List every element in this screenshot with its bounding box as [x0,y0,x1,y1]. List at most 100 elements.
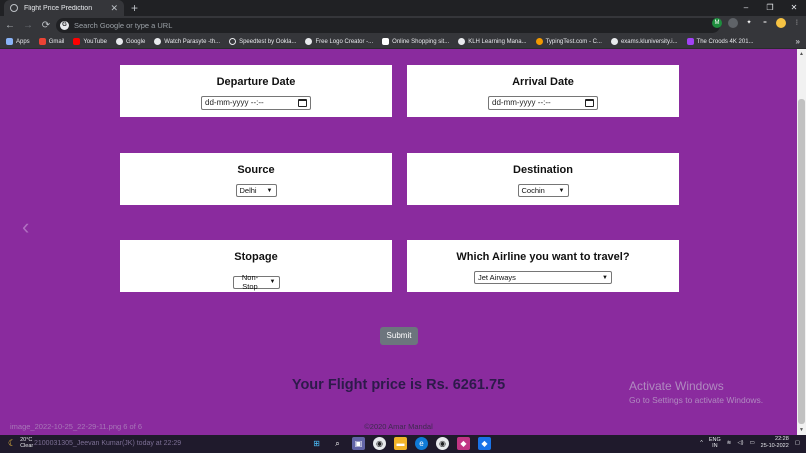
calendar-icon[interactable] [585,98,594,107]
notification-icon[interactable]: ▢ [795,440,800,446]
watermark-title: Activate Windows [629,379,724,393]
tab-title: Flight Price Prediction [24,4,93,12]
window-controls: – ❐ ✕ [734,0,806,16]
clock-time: 22:28 [775,436,789,442]
windows-start-icon[interactable]: ⊞ [310,437,323,450]
clock-date: 25-10-2022 [760,443,789,449]
youtube-icon [73,38,81,45]
page-scrollbar[interactable]: ▲ ▼ [797,49,806,435]
amazon-icon [382,38,390,45]
app-icon[interactable]: ◆ [478,437,491,450]
globe-icon [154,38,162,45]
bookmark-typingtest[interactable]: TypingTest.com - C... [535,38,602,45]
chevron-down-icon: ▼ [558,187,565,194]
google-icon: G [60,21,69,30]
airline-card: Which Airline you want to travel? Jet Ai… [407,240,679,292]
browser-tab[interactable]: Flight Price Prediction ✕ [4,0,124,16]
arrival-date-input[interactable]: dd-mm-yyyy --:-- [488,95,598,110]
chevron-down-icon: ▼ [266,187,273,194]
wifi-icon[interactable]: ≋ [727,440,732,446]
tab-search-icon[interactable]: = [760,18,770,28]
app-icon[interactable]: ◆ [457,437,470,450]
address-bar[interactable]: G [56,18,720,33]
destination-card: Destination Cochin ▼ [407,153,679,205]
globe-icon [610,38,618,45]
bookmark-exams[interactable]: exams.kluniversity.i... [610,38,678,45]
calendar-icon[interactable] [298,98,307,107]
bookmarks-bar: Apps Gmail YouTube Google Watch Parasyte… [0,35,806,49]
clock[interactable]: 22:28 25-10-2022 [761,436,789,450]
bookmark-shopping[interactable]: Online Shopping sit... [382,38,449,45]
chevron-left-icon[interactable]: ‹ [22,214,29,240]
new-tab-button[interactable]: + [131,1,138,15]
activate-windows-watermark: Activate Windows Go to Settings to activ… [629,379,763,405]
departure-label: Departure Date [216,76,296,88]
destination-select[interactable]: Cochin ▼ [517,184,569,197]
airline-select[interactable]: Jet Airways ▼ [474,271,612,284]
bookmark-google[interactable]: Google [115,38,145,45]
bookmarks-overflow-icon[interactable]: » [796,37,800,46]
typingtest-icon [535,38,543,45]
restore-button[interactable]: ❐ [758,0,782,16]
minimize-button[interactable]: – [734,0,758,16]
close-window-button[interactable]: ✕ [782,0,806,16]
watermark-subtitle: Go to Settings to activate Windows. [629,395,764,405]
weather-widget[interactable]: ☾ 20°C Clear [8,437,33,449]
departure-date-input[interactable]: dd-mm-yyyy --:-- [201,95,311,110]
file-explorer-icon[interactable]: ▬ [394,437,407,450]
bookmark-gmail[interactable]: Gmail [38,38,64,45]
bookmark-logo-creator[interactable]: Free Logo Creator -... [305,38,373,45]
stopage-select[interactable]: Non-Stop ▼ [232,273,280,291]
volume-icon[interactable]: ◁) [737,440,743,446]
address-input[interactable] [74,21,694,30]
speedtest-icon [229,38,237,45]
chrome-icon[interactable]: ◉ [373,437,386,450]
weather-desc: Clear [20,443,34,449]
bookmark-speedtest[interactable]: Speedtest by Ookla... [229,38,296,45]
bookmark-youtube[interactable]: YouTube [73,38,107,45]
google-icon [115,38,123,45]
page-viewport: Departure Date dd-mm-yyyy --:-- Arrival … [0,49,797,435]
extension-m-icon[interactable]: M [712,18,722,28]
extensions-area: M ✦ = ⋮ [712,18,802,28]
globe-icon [458,38,466,45]
apps-grid-icon [6,38,13,45]
bookmark-apps[interactable]: Apps [6,38,30,45]
menu-icon[interactable]: ⋮ [792,18,802,28]
scroll-down-icon[interactable]: ▼ [799,427,804,433]
taskbar-apps: ⊞ ⌕ ▣ ◉ ▬ e ◉ ◆ ◆ [310,437,491,450]
source-select[interactable]: Delhi ▼ [235,184,277,197]
airline-label: Which Airline you want to travel? [456,251,630,263]
chrome-icon[interactable]: ◉ [436,437,449,450]
battery-icon[interactable]: ▭ [749,440,754,446]
bookmark-croods[interactable]: The Croods 4K 201... [686,38,754,45]
arrival-label: Arrival Date [512,76,574,88]
source-card: Source Delhi ▼ [120,153,392,205]
tab-strip: Flight Price Prediction ✕ + – ❐ ✕ [0,0,806,16]
source-label: Source [237,164,275,176]
extension-icon[interactable] [728,18,738,28]
scroll-up-icon[interactable]: ▲ [799,51,804,57]
teams-chat-icon[interactable]: ▣ [352,437,365,450]
profile-avatar[interactable] [776,18,786,28]
puzzle-icon[interactable]: ✦ [744,18,754,28]
bookmark-parasyte[interactable]: Watch Parasyte -th... [154,38,220,45]
tray-overflow-icon[interactable]: ^ [700,440,703,446]
search-icon[interactable]: ⌕ [331,437,344,450]
back-button[interactable]: ← [2,20,18,31]
scrollbar-thumb[interactable] [798,99,805,424]
globe-icon [305,38,313,45]
submit-button[interactable]: Submit [380,327,418,345]
windows-taskbar: ☾ 20°C Clear 2100031305_Jeevan Kumar(JK)… [0,435,806,453]
stopage-label: Stopage [234,251,278,263]
chevron-down-icon: ▼ [269,279,276,285]
chevron-down-icon: ▼ [602,274,608,281]
bookmark-klh[interactable]: KLH Learning Mana... [458,38,527,45]
language-indicator[interactable]: ENG IN [709,437,721,449]
destination-label: Destination [513,164,573,176]
edge-icon[interactable]: e [415,437,428,450]
tab-close-icon[interactable]: ✕ [110,3,118,13]
video-icon [686,38,694,45]
reload-button[interactable]: ⟳ [38,20,54,31]
forward-button[interactable]: → [20,20,36,31]
